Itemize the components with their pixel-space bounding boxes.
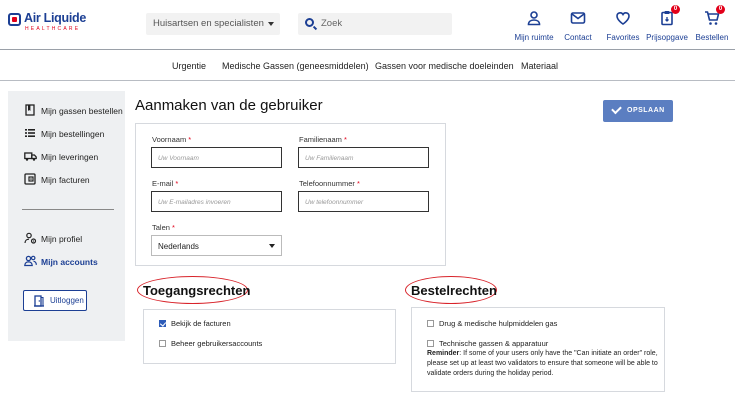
checkmark-icon bbox=[611, 103, 622, 115]
reminder-label: Reminder bbox=[427, 350, 460, 357]
save-button[interactable]: OPSLAAN bbox=[603, 100, 673, 122]
nav-mijn-ruimte[interactable]: Mijn ruimte bbox=[511, 9, 557, 42]
door-exit-icon bbox=[33, 295, 45, 309]
accounts-icon bbox=[24, 255, 37, 267]
truck-icon bbox=[24, 150, 37, 162]
first-name-label: Voornaam * bbox=[152, 135, 191, 144]
email-label: E-mail * bbox=[152, 179, 178, 188]
search-icon bbox=[305, 18, 314, 27]
access-rights-title: Toegangsrechten bbox=[143, 283, 251, 298]
logo-mark-icon bbox=[8, 13, 21, 26]
nav-bestellen-label: Bestellen bbox=[695, 33, 729, 42]
phone-label: Telefoonnummer * bbox=[299, 179, 360, 188]
search-placeholder: Zoek bbox=[321, 18, 343, 29]
nav-bestellen[interactable]: 0 Bestellen bbox=[689, 5, 735, 42]
save-button-label: OPSLAAN bbox=[627, 107, 665, 114]
language-label: Talen * bbox=[152, 223, 175, 232]
chevron-down-icon bbox=[268, 22, 274, 26]
email-placeholder: Uw E-mailadres invoeren bbox=[158, 199, 231, 206]
first-name-placeholder: Uw Voornaam bbox=[158, 155, 199, 162]
checkbox-label: Bekijk de facturen bbox=[171, 319, 231, 328]
mail-icon bbox=[569, 9, 587, 27]
phone-label-text: Telefoonnummer bbox=[299, 179, 355, 188]
last-name-field[interactable]: Uw Familienaam bbox=[298, 147, 429, 168]
order-rights-title: Bestelrechten bbox=[411, 283, 497, 298]
logo-brand-name: Air Liquide bbox=[24, 11, 86, 25]
required-marker: * bbox=[175, 179, 179, 188]
logout-button[interactable]: Uitloggen bbox=[23, 290, 87, 311]
last-name-label: Familienaam * bbox=[299, 135, 347, 144]
bestellen-badge: 0 bbox=[716, 5, 725, 14]
language-select[interactable]: Nederlands bbox=[151, 235, 282, 256]
checkbox-label: Technische gassen & apparatuur bbox=[439, 339, 549, 348]
reminder-note: Reminder: If some of your users only hav… bbox=[427, 349, 662, 379]
user-form-panel: Voornaam * Uw Voornaam Familienaam * Uw … bbox=[135, 123, 446, 266]
chevron-down-icon bbox=[269, 244, 275, 248]
access-rights-panel: Bekijk de facturen Beheer gebruikersacco… bbox=[143, 309, 396, 364]
checkbox-unchecked-icon[interactable] bbox=[427, 320, 434, 327]
sidebar-divider bbox=[22, 209, 114, 210]
email-label-text: E-mail bbox=[152, 179, 174, 188]
menu-item-urgentie[interactable]: Urgentie bbox=[172, 61, 206, 71]
sidebar-item-label: Mijn facturen bbox=[41, 175, 90, 185]
nav-contact[interactable]: Contact bbox=[555, 9, 601, 42]
user-icon bbox=[525, 9, 543, 27]
logo-subtitle: HEALTHCARE bbox=[25, 26, 81, 32]
order-rights-panel: Drug & medische hulpmiddelen gas Technis… bbox=[411, 307, 665, 392]
main-navigation: Urgentie Medische Gassen (geneesmiddelen… bbox=[0, 51, 735, 81]
sidebar-item-label: Mijn accounts bbox=[41, 257, 98, 267]
clipboard-icon: 0 bbox=[658, 5, 680, 27]
first-name-field[interactable]: Uw Voornaam bbox=[151, 147, 282, 168]
nav-prijsopgave-label: Prijsopgave bbox=[646, 33, 688, 42]
nav-favorites[interactable]: Favorites bbox=[600, 9, 646, 42]
checkbox-checked-icon[interactable] bbox=[159, 320, 166, 327]
menu-item-materiaal[interactable]: Materiaal bbox=[521, 61, 558, 71]
list-icon bbox=[24, 127, 36, 139]
nav-mijn-ruimte-label: Mijn ruimte bbox=[514, 33, 554, 42]
menu-item-gassen-medische-doeleinden[interactable]: Gassen voor medische doeleinden bbox=[375, 61, 514, 71]
search-input[interactable]: Zoek bbox=[298, 13, 452, 35]
category-select-value: Huisartsen en specialisten bbox=[153, 18, 264, 29]
page-title: Aanmaken van de gebruiker bbox=[135, 97, 323, 114]
checkbox-unchecked-icon[interactable] bbox=[427, 340, 434, 347]
menu-item-medische-gassen[interactable]: Medische Gassen (geneesmiddelen) bbox=[222, 61, 369, 71]
account-sidebar: Mijn gassen bestellen Mijn bestellingen … bbox=[8, 91, 125, 341]
invoice-icon bbox=[24, 173, 36, 185]
email-field[interactable]: Uw E-mailadres invoeren bbox=[151, 191, 282, 212]
sidebar-item-label: Mijn bestellingen bbox=[41, 129, 105, 139]
nav-prijsopgave[interactable]: 0 Prijsopgave bbox=[644, 5, 690, 42]
cart-icon: 0 bbox=[703, 5, 725, 27]
category-select[interactable]: Huisartsen en specialisten bbox=[146, 13, 280, 35]
checkbox-label: Drug & medische hulpmiddelen gas bbox=[439, 319, 558, 328]
sidebar-item-label: Mijn leveringen bbox=[41, 152, 99, 162]
profile-settings-icon bbox=[24, 232, 37, 244]
nav-contact-label: Contact bbox=[564, 33, 592, 42]
phone-placeholder: Uw telefoonnummer bbox=[305, 199, 364, 206]
sidebar-item-label: Mijn gassen bestellen bbox=[41, 106, 123, 116]
language-label-text: Talen bbox=[152, 223, 170, 232]
sidebar-item-label: Mijn profiel bbox=[41, 234, 83, 244]
reminder-text: : If some of your users only have the "C… bbox=[427, 350, 658, 377]
checkbox-label: Beheer gebruikersaccounts bbox=[171, 339, 263, 348]
last-name-placeholder: Uw Familienaam bbox=[305, 155, 354, 162]
first-name-label-text: Voornaam bbox=[152, 135, 187, 144]
air-liquide-logo[interactable]: Air Liquide HEALTHCARE bbox=[8, 11, 86, 38]
heart-icon bbox=[614, 9, 632, 27]
required-marker: * bbox=[356, 179, 360, 188]
nav-favorites-label: Favorites bbox=[606, 33, 640, 42]
required-marker: * bbox=[172, 223, 175, 232]
required-marker: * bbox=[188, 135, 192, 144]
prijsopgave-badge: 0 bbox=[671, 5, 680, 14]
required-marker: * bbox=[344, 135, 347, 144]
logout-label: Uitloggen bbox=[50, 296, 84, 305]
site-header: Air Liquide HEALTHCARE Huisartsen en spe… bbox=[0, 0, 735, 50]
last-name-label-text: Familienaam bbox=[299, 135, 342, 144]
checkbox-unchecked-icon[interactable] bbox=[159, 340, 166, 347]
language-select-value: Nederlands bbox=[158, 242, 199, 251]
phone-field[interactable]: Uw telefoonnummer bbox=[298, 191, 429, 212]
book-icon bbox=[24, 104, 36, 116]
